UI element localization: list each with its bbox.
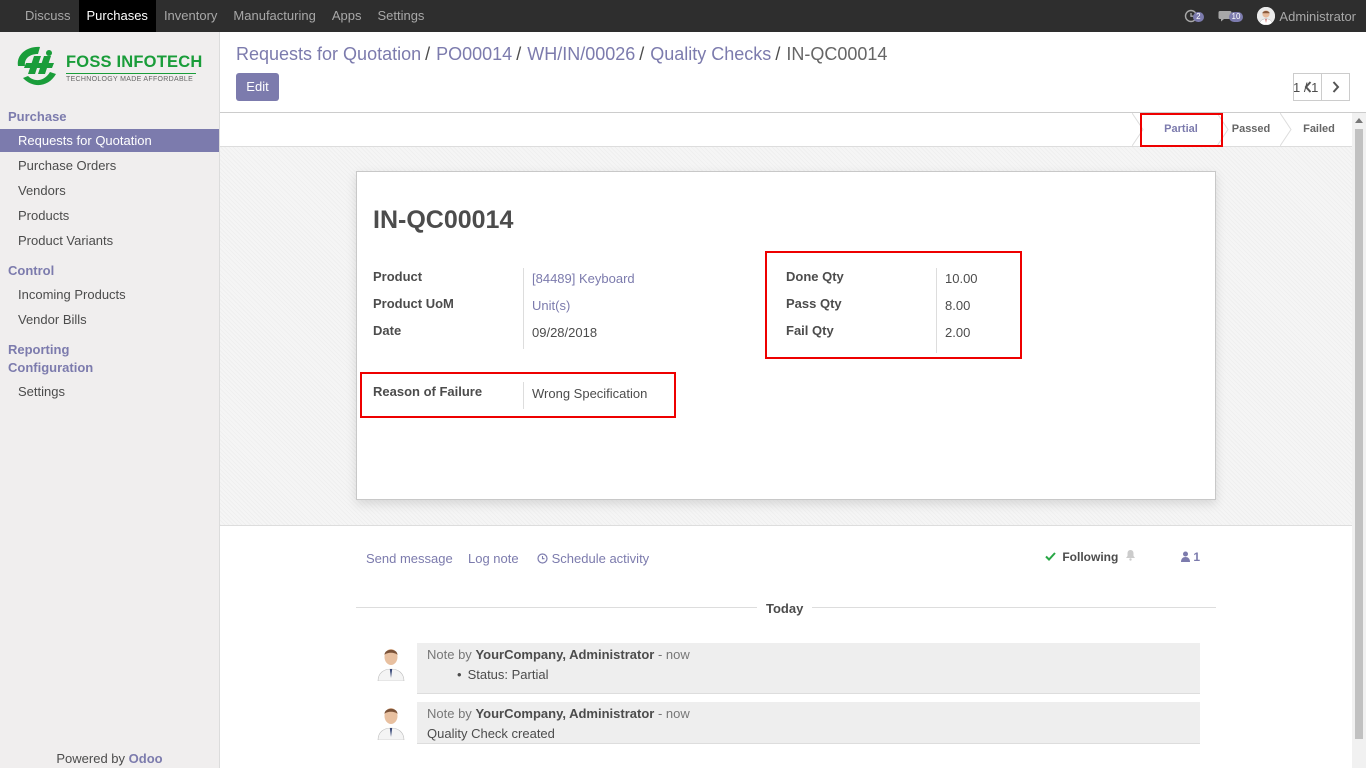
stage-arrow-icon <box>1280 113 1292 146</box>
sidebar-item-settings[interactable]: Settings <box>0 380 219 403</box>
message-header: Note by YourCompany, Administrator - now <box>427 647 690 662</box>
menu-manufacturing[interactable]: Manufacturing <box>225 0 323 32</box>
following-button[interactable]: Following <box>1045 550 1118 564</box>
powered-by-prefix: Powered by <box>56 751 126 766</box>
message-author-avatar[interactable] <box>375 645 407 681</box>
followers-button[interactable]: 1 <box>1181 550 1200 564</box>
highlight-box <box>1140 113 1223 147</box>
send-message-button[interactable]: Send message <box>366 551 453 566</box>
stage-failed[interactable]: Failed <box>1292 113 1346 146</box>
message-author-avatar[interactable] <box>375 704 407 740</box>
product-field[interactable]: [84489] Keyboard <box>532 271 635 286</box>
message-author[interactable]: YourCompany, Administrator <box>475 647 654 662</box>
sidebar-item-purchase-orders[interactable]: Purchase Orders <box>0 154 219 177</box>
date-label: Date <box>373 323 402 338</box>
message-header: Note by YourCompany, Administrator - now <box>427 706 690 721</box>
menu-apps[interactable]: Apps <box>324 0 370 32</box>
sidebar-item-vendor-bills[interactable]: Vendor Bills <box>0 308 219 331</box>
message-time: - now <box>657 647 690 662</box>
user-avatar <box>1257 7 1276 25</box>
message-body-text: Status: Partial <box>467 667 549 682</box>
check-icon <box>1045 552 1056 561</box>
scroll-up-icon[interactable] <box>1355 118 1363 123</box>
sidebar-section-configuration: Configuration <box>8 360 94 375</box>
product-uom-label: Product UoM <box>373 296 454 311</box>
sidebar-item-vendors[interactable]: Vendors <box>0 179 219 202</box>
messages-badge: 10 <box>1228 11 1244 22</box>
user-icon <box>1181 551 1190 562</box>
clock-icon <box>537 553 548 564</box>
powered-by-brand[interactable]: Odoo <box>129 751 163 766</box>
sidebar-section-purchase: Purchase <box>8 109 67 124</box>
date-divider-label: Today <box>757 601 813 616</box>
main-menu: Discuss Purchases Inventory Manufacturin… <box>17 0 432 32</box>
breadcrumb-item-receipt[interactable]: WH/IN/00026 <box>527 44 635 64</box>
sidebar-item-incoming-products[interactable]: Incoming Products <box>0 283 219 306</box>
logo-tagline: TECHNOLOGY MADE AFFORDABLE <box>66 73 196 83</box>
bell-icon[interactable] <box>1125 549 1136 564</box>
sidebar-section-control: Control <box>8 263 55 278</box>
menu-purchases[interactable]: Purchases <box>78 0 156 32</box>
menu-inventory[interactable]: Inventory <box>156 0 225 32</box>
following-label: Following <box>1062 550 1119 564</box>
chatter-message: Note by YourCompany, Administrator - now… <box>417 643 1200 694</box>
product-uom-field[interactable]: Unit(s) <box>532 298 570 313</box>
schedule-activity-button[interactable]: Schedule activity <box>537 551 649 566</box>
highlight-box <box>360 372 676 418</box>
scrollbar[interactable] <box>1352 113 1366 768</box>
message-author[interactable]: YourCompany, Administrator <box>475 706 654 721</box>
pager-next-button[interactable] <box>1321 73 1350 101</box>
user-menu[interactable]: Administrator <box>1257 7 1356 25</box>
message-body-text: Quality Check created <box>427 726 555 741</box>
menu-discuss[interactable]: Discuss <box>17 0 79 32</box>
message-prefix: Note by <box>427 706 472 721</box>
breadcrumb-separator: / <box>775 44 781 64</box>
breadcrumb-item-rfq[interactable]: Requests for Quotation <box>236 44 421 64</box>
control-panel: Requests for Quotation / PO00014/WH/IN/000… <box>220 32 1366 113</box>
breadcrumb: Requests for Quotation / PO00014/WH/IN/000… <box>236 44 887 65</box>
activity-badge: 2 <box>1193 11 1204 22</box>
sidebar: FOSS INFOTECH TECHNOLOGY MADE AFFORDABLE… <box>0 32 220 768</box>
message-body: • Status: Partial <box>457 667 549 682</box>
followers-count: 1 <box>1193 550 1201 564</box>
schedule-activity-label: Schedule activity <box>551 551 650 566</box>
pager-value[interactable]: 1 / 1 <box>1293 80 1318 95</box>
menu-settings[interactable]: Settings <box>369 0 432 32</box>
top-navbar: Discuss Purchases Inventory Manufacturin… <box>0 0 1366 32</box>
field-divider <box>523 268 524 349</box>
sidebar-item-requests-for-quotation[interactable]: Requests for Quotation <box>0 129 219 152</box>
chatter-message: Note by YourCompany, Administrator - now… <box>417 702 1200 744</box>
log-note-button[interactable]: Log note <box>468 551 519 566</box>
messages-systray[interactable]: 10 <box>1218 10 1244 23</box>
breadcrumb-separator: / <box>425 44 431 64</box>
chevron-right-icon <box>1332 81 1339 93</box>
breadcrumb-item-po[interactable]: PO00014 <box>436 44 512 64</box>
message-prefix: Note by <box>427 647 472 662</box>
systray: 2 10 Administrator <box>1184 0 1366 32</box>
bullet-icon: • <box>457 667 462 682</box>
record-title: IN-QC00014 <box>373 206 514 234</box>
scroll-thumb[interactable] <box>1355 129 1363 739</box>
edit-button[interactable]: Edit <box>236 73 279 101</box>
date-field[interactable]: 09/28/2018 <box>532 325 597 340</box>
highlight-box <box>765 251 1022 359</box>
message-time: - now <box>657 706 690 721</box>
breadcrumb-item-quality-checks[interactable]: Quality Checks <box>650 44 771 64</box>
logo-title: FOSS INFOTECH <box>66 53 203 71</box>
pager: 1 / 1 <box>1293 73 1350 101</box>
foss-logo-icon <box>17 46 56 86</box>
activity-systray[interactable]: 2 <box>1184 9 1204 23</box>
stage-passed[interactable]: Passed <box>1224 113 1278 146</box>
breadcrumb-separator: / <box>516 44 522 64</box>
user-name: Administrator <box>1279 8 1356 24</box>
sidebar-section-reporting[interactable]: Reporting <box>8 342 69 357</box>
product-label: Product <box>373 269 423 284</box>
breadcrumb-current: IN-QC00014 <box>786 44 888 64</box>
powered-by: Powered by Odoo <box>0 751 219 766</box>
company-logo[interactable]: FOSS INFOTECH TECHNOLOGY MADE AFFORDABLE <box>14 44 204 94</box>
sidebar-item-product-variants[interactable]: Product Variants <box>0 229 219 252</box>
breadcrumb-separator: / <box>639 44 645 64</box>
sidebar-item-products[interactable]: Products <box>0 204 219 227</box>
